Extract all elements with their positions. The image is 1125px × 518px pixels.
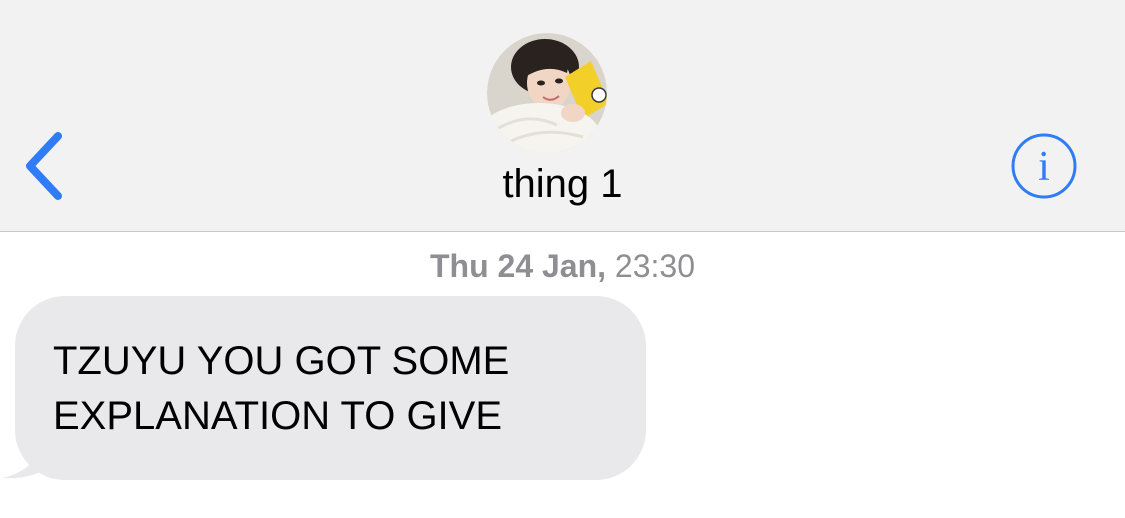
timestamp-day: Thu 24 Jan, — [429, 248, 607, 284]
timestamp-time: 23:30 — [614, 248, 695, 284]
conversation-header: thing 1 i — [0, 0, 1125, 232]
avatar[interactable] — [487, 33, 607, 153]
contact-name[interactable]: thing 1 — [0, 160, 1125, 208]
incoming-message: TZUYU YOU GOT SOME EXPLANATION TO GIVE — [0, 296, 660, 486]
svg-text:i: i — [1038, 144, 1050, 190]
message-text: TZUYU YOU GOT SOME EXPLANATION TO GIVE — [53, 339, 510, 438]
info-button[interactable]: i — [1009, 131, 1079, 201]
messages-screen: thing 1 i Thu 24 Jan, 23:30 TZUYU YOU GO… — [0, 0, 1125, 518]
info-circle-icon: i — [1009, 131, 1079, 201]
message-timestamp: Thu 24 Jan, 23:30 — [0, 246, 1125, 286]
message-bubble[interactable]: TZUYU YOU GOT SOME EXPLANATION TO GIVE — [15, 296, 646, 480]
